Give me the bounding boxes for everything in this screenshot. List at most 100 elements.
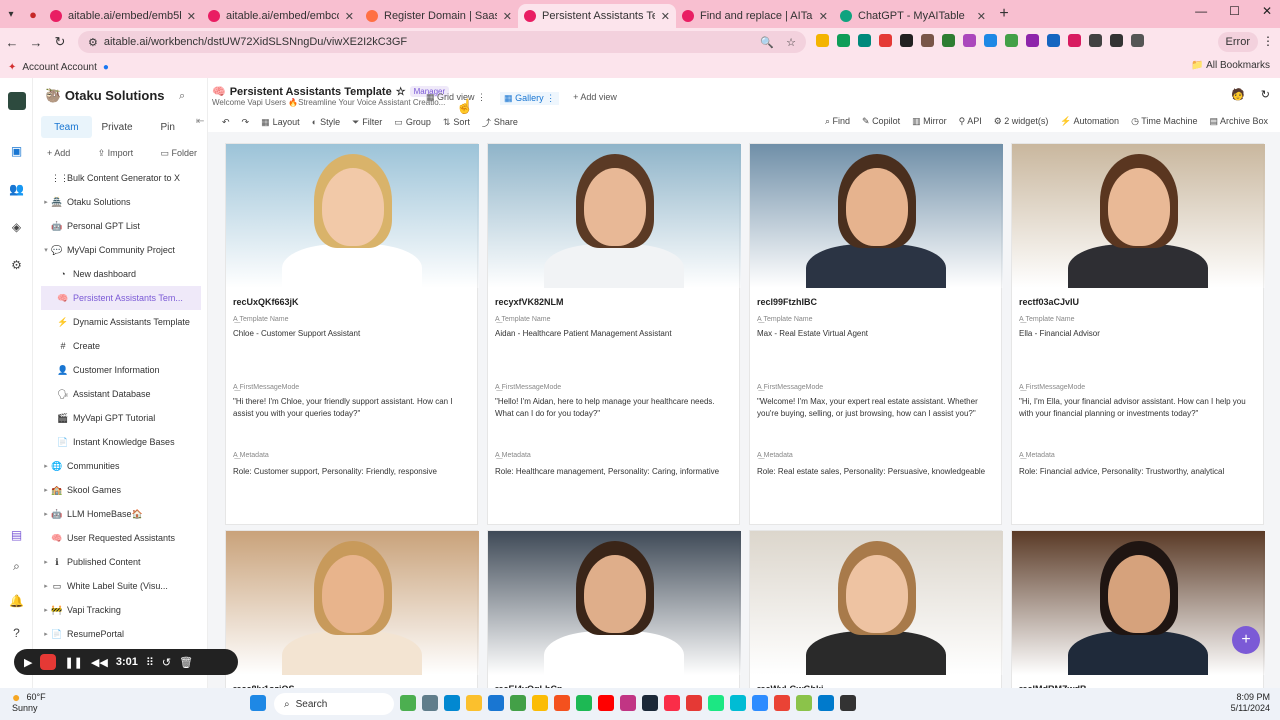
sidebar-item[interactable]: 🗣 Assistant Database: [41, 382, 201, 406]
help-icon[interactable]: ?: [8, 624, 25, 641]
extension-icon[interactable]: [858, 34, 871, 47]
browser-tab[interactable]: Register Domain | Saas@otaku ✕: [360, 4, 518, 28]
page-title[interactable]: 🧠 Persistent Assistants Template ☆ Manager: [212, 85, 450, 98]
vscode-icon[interactable]: [818, 695, 834, 711]
workbench-icon[interactable]: ▣: [8, 142, 25, 159]
rewind-icon[interactable]: ◀◀: [91, 656, 108, 669]
minimize-icon[interactable]: —: [1195, 4, 1207, 18]
gallery-card[interactable]: recIMdRMZwdB: [1011, 530, 1265, 688]
close-tab-icon[interactable]: ✕: [819, 10, 828, 23]
system-clock[interactable]: 8:09 PM 5/11/2024: [1231, 692, 1270, 714]
api-button[interactable]: ⚲ API: [959, 116, 982, 127]
tab-list-button[interactable]: ▾: [0, 3, 22, 25]
automation-button[interactable]: ⚡ Automation: [1060, 116, 1119, 127]
stop-record-button[interactable]: [40, 654, 57, 670]
mirror-button[interactable]: ▥ Mirror: [912, 116, 947, 127]
refresh-icon[interactable]: ↻: [1261, 88, 1270, 101]
tab-team[interactable]: Team: [41, 116, 92, 138]
chrome-icon[interactable]: [774, 695, 790, 711]
app-icon[interactable]: [400, 695, 416, 711]
start-button[interactable]: [250, 695, 266, 711]
youtube-icon[interactable]: [598, 695, 614, 711]
sidebar-item[interactable]: ▸ 🏫 Skool Games: [41, 478, 201, 502]
sidebar-item[interactable]: 👤 Customer Information: [41, 358, 201, 382]
close-tab-icon[interactable]: ✕: [345, 10, 354, 23]
time-machine-button[interactable]: ◷ Time Machine: [1131, 116, 1197, 127]
music-icon[interactable]: [664, 695, 680, 711]
tab-pin[interactable]: Pin: [142, 116, 193, 138]
sidebar-item[interactable]: 🤖 Personal GPT List: [41, 214, 201, 238]
bookmark-app-icon[interactable]: ✦: [8, 62, 16, 73]
site-info-icon[interactable]: ⚙: [88, 36, 98, 49]
sidebar-item[interactable]: ▸ 📄 ResumePortal: [41, 622, 201, 646]
gallery-card[interactable]: recl99FtzhIBC A͟ Template Name Max - Real …: [749, 143, 1003, 525]
close-tab-icon[interactable]: ✕: [661, 10, 670, 23]
download-icon[interactable]: [1110, 34, 1123, 47]
expand-caret-icon[interactable]: ▸: [41, 558, 51, 566]
expand-caret-icon[interactable]: ▸: [41, 198, 51, 206]
extension-icon[interactable]: [837, 34, 850, 47]
edge-icon[interactable]: [444, 695, 460, 711]
puzzle-icon[interactable]: [1089, 34, 1102, 47]
templates-icon[interactable]: ◈: [8, 218, 25, 235]
extension-icon[interactable]: [942, 34, 955, 47]
new-tab-button[interactable]: +: [992, 5, 1016, 23]
add-view-button[interactable]: + Add view: [573, 92, 617, 105]
gallery-card[interactable]: recc8lv1ozjQS: [225, 530, 479, 688]
app-icon[interactable]: [422, 695, 438, 711]
bookmark-item[interactable]: Account Account: [22, 62, 97, 73]
sidebar-item[interactable]: ▸ 🤖 LLM HomeBase🏠: [41, 502, 201, 526]
redo-icon[interactable]: ↷: [242, 117, 250, 128]
sidebar-item[interactable]: 🧠 User Requested Assistants: [41, 526, 201, 550]
steam-icon[interactable]: [642, 695, 658, 711]
taskbar-search[interactable]: ⌕ Search: [274, 693, 394, 715]
gallery-card[interactable]: rectf03aCJvIU A͟ Template Name Ella - Fina…: [1011, 143, 1265, 525]
expand-caret-icon[interactable]: ▸: [41, 486, 51, 494]
app-icon[interactable]: [554, 695, 570, 711]
all-bookmarks[interactable]: 📁 All Bookmarks: [1191, 60, 1270, 71]
close-window-icon[interactable]: ✕: [1262, 4, 1272, 18]
sidebar-item[interactable]: ▸ ▭ White Label Suite (Visu...: [41, 574, 201, 598]
tab-gallery[interactable]: ▦ Gallery ⋮: [500, 92, 560, 105]
expand-caret-icon[interactable]: ▸: [41, 462, 51, 470]
sidebar-item[interactable]: 🎬 MyVapi GPT Tutorial: [41, 406, 201, 430]
settings-icon[interactable]: ⚙: [8, 256, 25, 273]
browser-tab[interactable]: ChatGPT - MyAITable ✕: [834, 4, 992, 28]
workspace-name[interactable]: 🦥 Otaku Solutions: [45, 88, 164, 104]
gallery-card[interactable]: recyxfVK82NLM A͟ Template Name Aidan - Hea…: [487, 143, 741, 525]
close-tab-icon[interactable]: ✕: [503, 10, 512, 23]
extension-icon[interactable]: [816, 34, 829, 47]
find-button[interactable]: ⌕ Find: [825, 116, 850, 127]
pause-icon[interactable]: ❚❚: [64, 656, 82, 669]
layout-button[interactable]: ▦ Layout: [261, 117, 300, 128]
browser-tab[interactable]: Persistent Assistants Temp ✕: [518, 4, 676, 28]
close-tab-icon[interactable]: ✕: [187, 10, 196, 23]
extension-icon[interactable]: [921, 34, 934, 47]
terminal-icon[interactable]: [840, 695, 856, 711]
search-icon[interactable]: ⌕: [8, 558, 25, 575]
undo-icon[interactable]: ↶: [222, 117, 230, 128]
star-icon[interactable]: ☆: [396, 85, 406, 98]
sidebar-item[interactable]: ▸ 🌐 Communities: [41, 454, 201, 478]
zoom-app-icon[interactable]: [752, 695, 768, 711]
profile-icon[interactable]: [1131, 34, 1144, 47]
restart-icon[interactable]: ↺: [162, 656, 171, 669]
extension-icon[interactable]: [1068, 34, 1081, 47]
bookmark-star-icon[interactable]: ☆: [786, 36, 796, 49]
reload-icon[interactable]: ↻: [48, 34, 72, 50]
add-button[interactable]: + Add: [47, 148, 70, 159]
extension-icon[interactable]: [1026, 34, 1039, 47]
browser-tab[interactable]: aitable.ai/embed/emb5bebb5 ✕: [44, 4, 202, 28]
sidebar-item[interactable]: ▸ ℹ Published Content: [41, 550, 201, 574]
expand-caret-icon[interactable]: ▸: [41, 630, 51, 638]
workspace-avatar[interactable]: [8, 92, 26, 110]
chrome-icon[interactable]: [532, 695, 548, 711]
folder-button[interactable]: ▭ Folder: [160, 148, 197, 159]
expand-caret-icon[interactable]: ▸: [41, 510, 51, 518]
trash-icon[interactable]: 🗑: [179, 656, 193, 669]
back-icon[interactable]: ←: [0, 35, 24, 50]
widgets-button[interactable]: ⚙ 2 widget(s): [994, 116, 1049, 127]
sidebar-search-icon[interactable]: ⌕: [179, 90, 185, 103]
sidebar-item[interactable]: ⚡ Dynamic Assistants Template: [41, 310, 201, 334]
sidebar-item[interactable]: # Create: [41, 334, 201, 358]
